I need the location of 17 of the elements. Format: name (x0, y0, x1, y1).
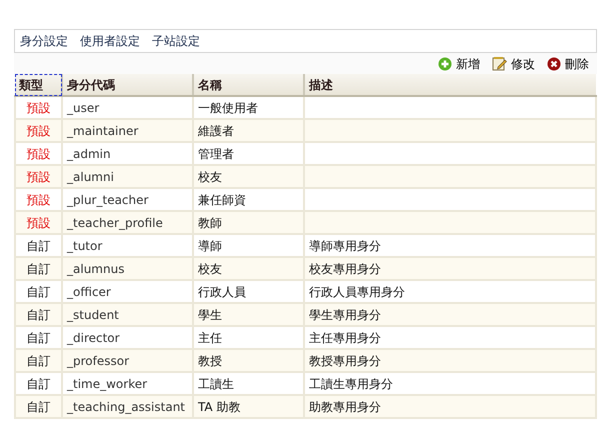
toolbar-button[interactable]: 修改 (492, 54, 535, 72)
column-header[interactable]: 類型 (15, 74, 62, 96)
nav-link[interactable]: 身分設定 (20, 32, 68, 50)
toolbar-button[interactable]: 新增 (438, 54, 480, 72)
column-header[interactable]: 描述 (304, 74, 596, 96)
table-cell: 助教專用身分 (304, 395, 596, 418)
table-cell: TA 助教 (193, 395, 304, 418)
plus-icon (438, 56, 452, 70)
close-icon (547, 56, 561, 70)
column-header[interactable]: 身分代碼 (62, 74, 193, 96)
nav-link[interactable]: 子站設定 (152, 32, 200, 50)
table-cell: 自訂 (15, 395, 62, 418)
column-header[interactable]: 名稱 (193, 74, 304, 96)
notepad-pencil-icon (492, 56, 507, 71)
nav-link[interactable]: 使用者設定 (80, 32, 140, 50)
table-cell: _teaching_assistant (62, 395, 193, 418)
toolbar-button[interactable]: 刪除 (547, 54, 589, 72)
